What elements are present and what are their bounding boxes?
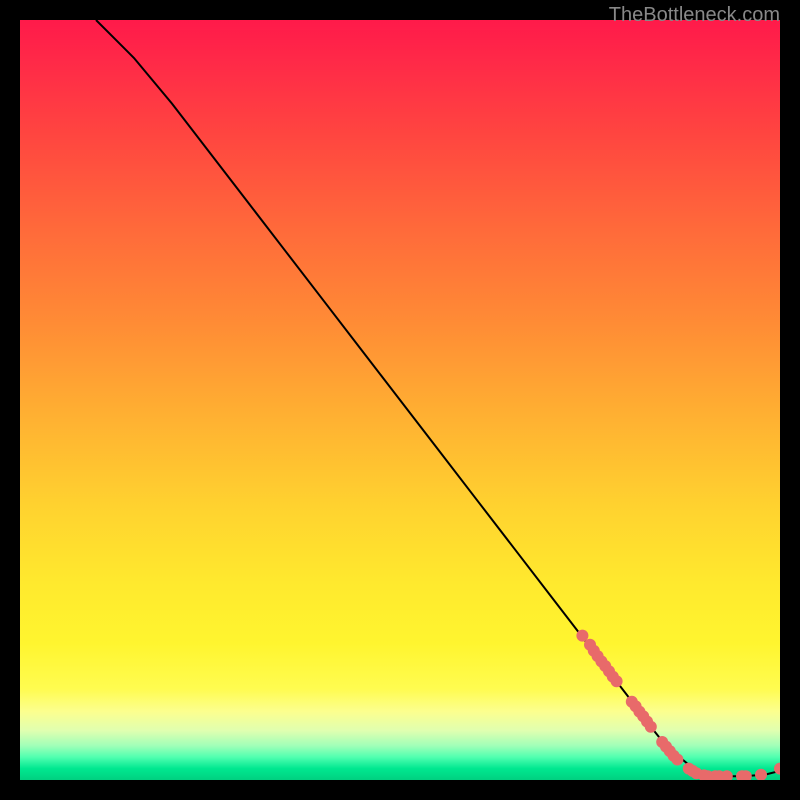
chart-markers-group [576,630,780,780]
chart-marker [611,675,623,687]
chart-marker [671,754,683,766]
watermark-text: TheBottleneck.com [609,4,780,27]
chart-svg-overlay [20,20,780,780]
chart-curve [96,20,780,776]
chart-marker [755,769,767,780]
chart-marker [645,721,657,733]
chart-plot-area [20,20,780,780]
